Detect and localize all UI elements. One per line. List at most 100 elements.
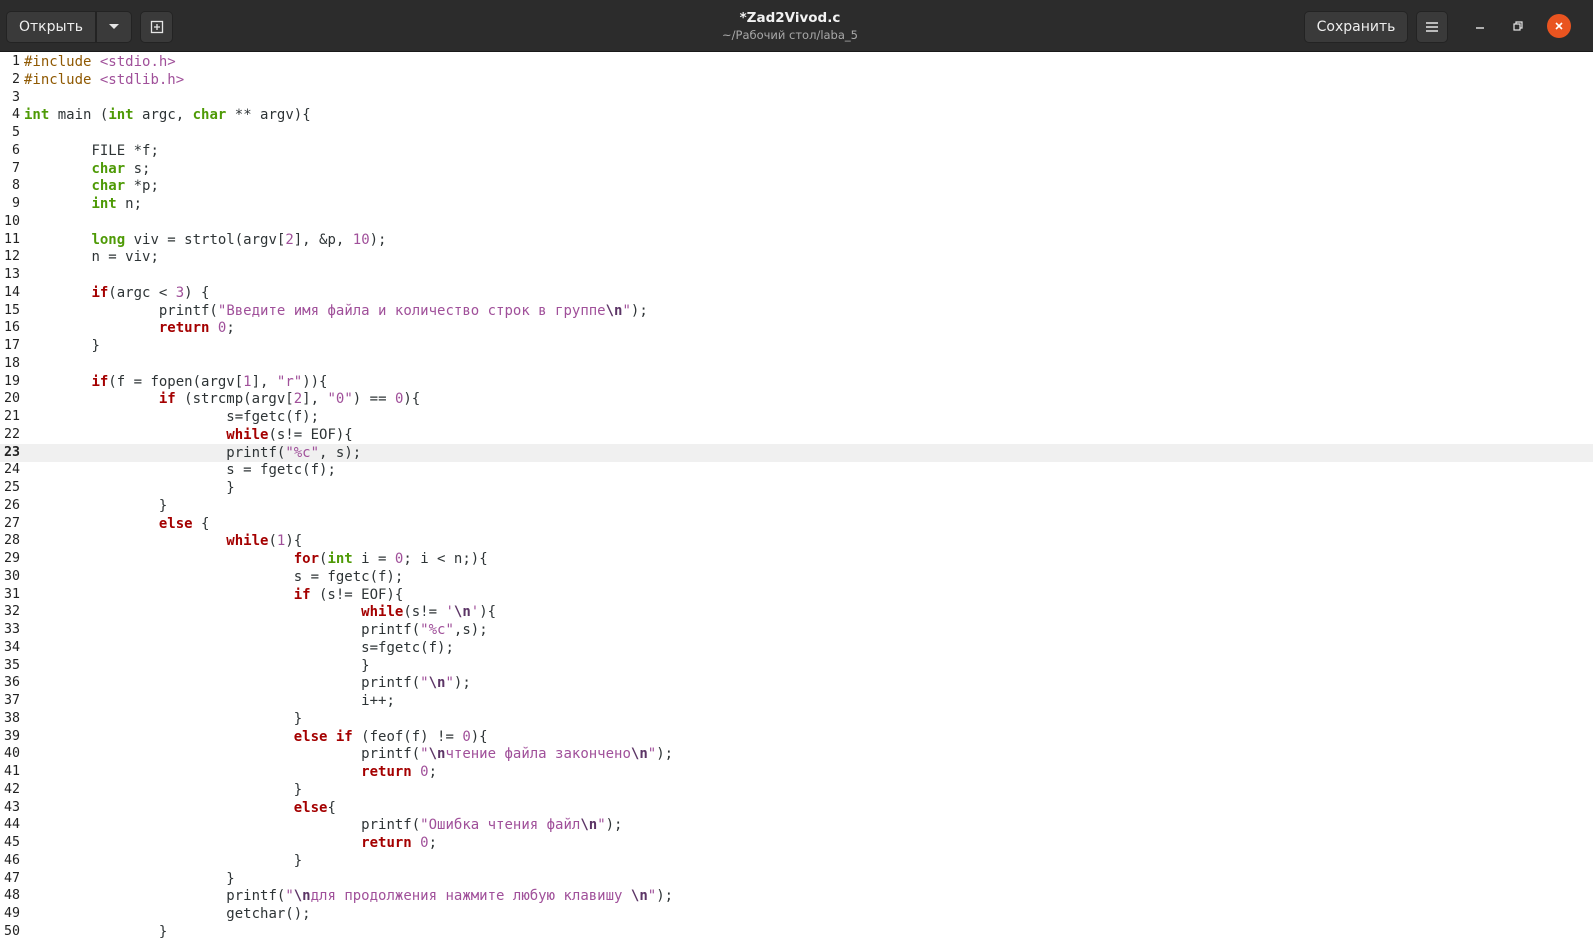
line-number: 1 (11, 54, 20, 69)
code-line[interactable]: 2 #include <stdlib.h> (0, 71, 1593, 89)
line-number: 30 (3, 568, 20, 584)
code-text: printf("Введите имя файла и количество с… (24, 302, 648, 319)
code-line[interactable]: 5 (0, 124, 1593, 142)
close-button[interactable] (1547, 14, 1571, 38)
line-number: 27 (3, 515, 20, 531)
code-line[interactable]: 40 printf("\nчтение файла закончено\n"); (0, 745, 1593, 763)
line-number: 44 (3, 817, 20, 833)
restore-icon (1513, 21, 1523, 31)
code-line[interactable]: 15 printf("Введите имя файла и количеств… (0, 302, 1593, 320)
open-button[interactable]: Открыть (6, 11, 96, 43)
code-line[interactable]: 16 return 0; (0, 319, 1593, 337)
line-number: 8 (11, 178, 20, 194)
line-number: 21 (3, 409, 20, 424)
code-line[interactable]: 46 } (0, 852, 1593, 870)
code-line[interactable]: 36 printf("\n"); (0, 674, 1593, 692)
code-line[interactable]: 26 } (0, 497, 1593, 515)
line-number: 6 (11, 142, 20, 158)
line-number: 29 (3, 551, 20, 566)
code-line[interactable]: 20 if (strcmp(argv[2], "0") == 0){ (0, 390, 1593, 408)
code-line[interactable]: 42 } (0, 781, 1593, 799)
code-text: #include <stdlib.h> (24, 71, 185, 88)
code-line[interactable]: 47 } (0, 870, 1593, 888)
code-line[interactable]: 14 if(argc < 3) { (0, 284, 1593, 302)
code-line[interactable]: 28 while(1){ (0, 532, 1593, 550)
code-text: #include <stdio.h> (24, 54, 176, 70)
open-dropdown-button[interactable] (96, 11, 132, 43)
code-line[interactable]: 9 int n; (0, 195, 1593, 213)
code-line[interactable]: 21 s=fgetc(f); (0, 408, 1593, 426)
code-text: if(argc < 3) { (91, 284, 210, 301)
line-number: 2 (11, 71, 20, 87)
new-tab-icon (150, 20, 163, 34)
line-number: 23 (3, 444, 20, 460)
code-line[interactable]: 43 else{ (0, 799, 1593, 817)
code-line[interactable]: 7 char s; (0, 160, 1593, 178)
restore-button[interactable] (1506, 14, 1530, 38)
menu-button[interactable] (1416, 11, 1448, 43)
code-line[interactable]: 25 } (0, 479, 1593, 497)
code-text: n = viv; (24, 249, 159, 266)
line-number: 4 (11, 107, 20, 123)
code-line[interactable]: 44 printf("Ошибка чтения файл\n"); (0, 816, 1593, 834)
line-number: 46 (3, 852, 20, 868)
code-text: s = fgetc(f); (24, 568, 404, 585)
code-line[interactable]: 4 int main (int argc, char ** argv){ (0, 106, 1593, 124)
code-line[interactable]: 23 printf("%c", s); (0, 443, 1593, 462)
line-number: 38 (3, 710, 20, 726)
code-line[interactable]: 18 (0, 355, 1593, 373)
code-line[interactable]: 3 (0, 89, 1593, 107)
code-line[interactable]: 37 i++; (0, 692, 1593, 710)
code-line[interactable]: 50 } (0, 923, 1593, 941)
code-line[interactable]: 11 long viv = strtol(argv[2], &p, 10); (0, 231, 1593, 249)
new-document-button[interactable] (140, 11, 173, 43)
code-line[interactable]: 1 #include <stdio.h> (0, 53, 1593, 71)
code-text: return 0; (361, 764, 438, 780)
code-line[interactable]: 41 return 0; (0, 763, 1593, 781)
code-line[interactable]: 38 } (0, 710, 1593, 728)
code-line[interactable]: 29 for(int i = 0; i < n;){ (0, 550, 1593, 568)
code-line[interactable]: 49 getchar(); (0, 905, 1593, 923)
code-text: } (24, 338, 100, 354)
code-line[interactable]: 32 while(s!= '\n'){ (0, 603, 1593, 621)
code-text: } (24, 870, 235, 887)
code-line[interactable]: 27 else { (0, 515, 1593, 533)
code-line[interactable]: 10 (0, 213, 1593, 231)
code-line[interactable]: 33 printf("%c",s); (0, 621, 1593, 639)
code-text: getchar(); (24, 906, 311, 922)
code-text: printf("\nдля продолжения нажмите любую … (24, 888, 674, 905)
code-line[interactable]: 39 else if (feof(f) != 0){ (0, 728, 1593, 746)
code-text: return 0; (361, 835, 438, 851)
code-line[interactable]: 6 FILE *f; (0, 142, 1593, 160)
document-path: ~/Рабочий стол/laba_5 (722, 28, 858, 42)
code-line[interactable]: 13 (0, 266, 1593, 284)
code-text: } (24, 923, 168, 940)
code-line[interactable]: 12 n = viv; (0, 248, 1593, 266)
code-line[interactable]: 30 s = fgetc(f); (0, 568, 1593, 586)
line-number: 14 (3, 284, 20, 300)
code-editor[interactable]: 1 #include <stdio.h> 2 #include <stdlib.h> 3… (0, 52, 1593, 952)
code-line[interactable]: 24 s = fgetc(f); (0, 461, 1593, 479)
save-button[interactable]: Сохранить (1304, 11, 1408, 43)
code-text: if (s!= EOF){ (293, 586, 404, 603)
code-text: for(int i = 0; i < n;){ (293, 551, 488, 567)
code-text: } (24, 497, 168, 514)
minimize-icon (1476, 27, 1484, 29)
code-line[interactable]: 17 } (0, 337, 1593, 355)
line-number: 45 (3, 835, 20, 850)
code-line[interactable]: 22 while(s!= EOF){ (0, 426, 1593, 444)
hamburger-menu-icon (1426, 22, 1438, 32)
minimize-button[interactable] (1468, 14, 1492, 38)
code-line[interactable]: 45 return 0; (0, 834, 1593, 852)
code-line[interactable]: 48 printf("\nдля продолжения нажмите люб… (0, 887, 1593, 905)
code-line[interactable]: 8 char *p; (0, 177, 1593, 195)
document-title: *Zad2Vivod.c (739, 10, 841, 26)
save-button-label: Сохранить (1316, 19, 1396, 35)
code-line[interactable]: 19 if(f = fopen(argv[1], "r")){ (0, 373, 1593, 391)
code-line[interactable]: 35 } (0, 657, 1593, 675)
code-text: char *p; (91, 178, 159, 195)
code-line[interactable]: 31 if (s!= EOF){ (0, 586, 1593, 604)
code-text: printf("Ошибка чтения файл\n"); (24, 817, 623, 834)
code-line[interactable]: 34 s=fgetc(f); (0, 639, 1593, 657)
code-text: else if (feof(f) != 0){ (293, 728, 488, 745)
